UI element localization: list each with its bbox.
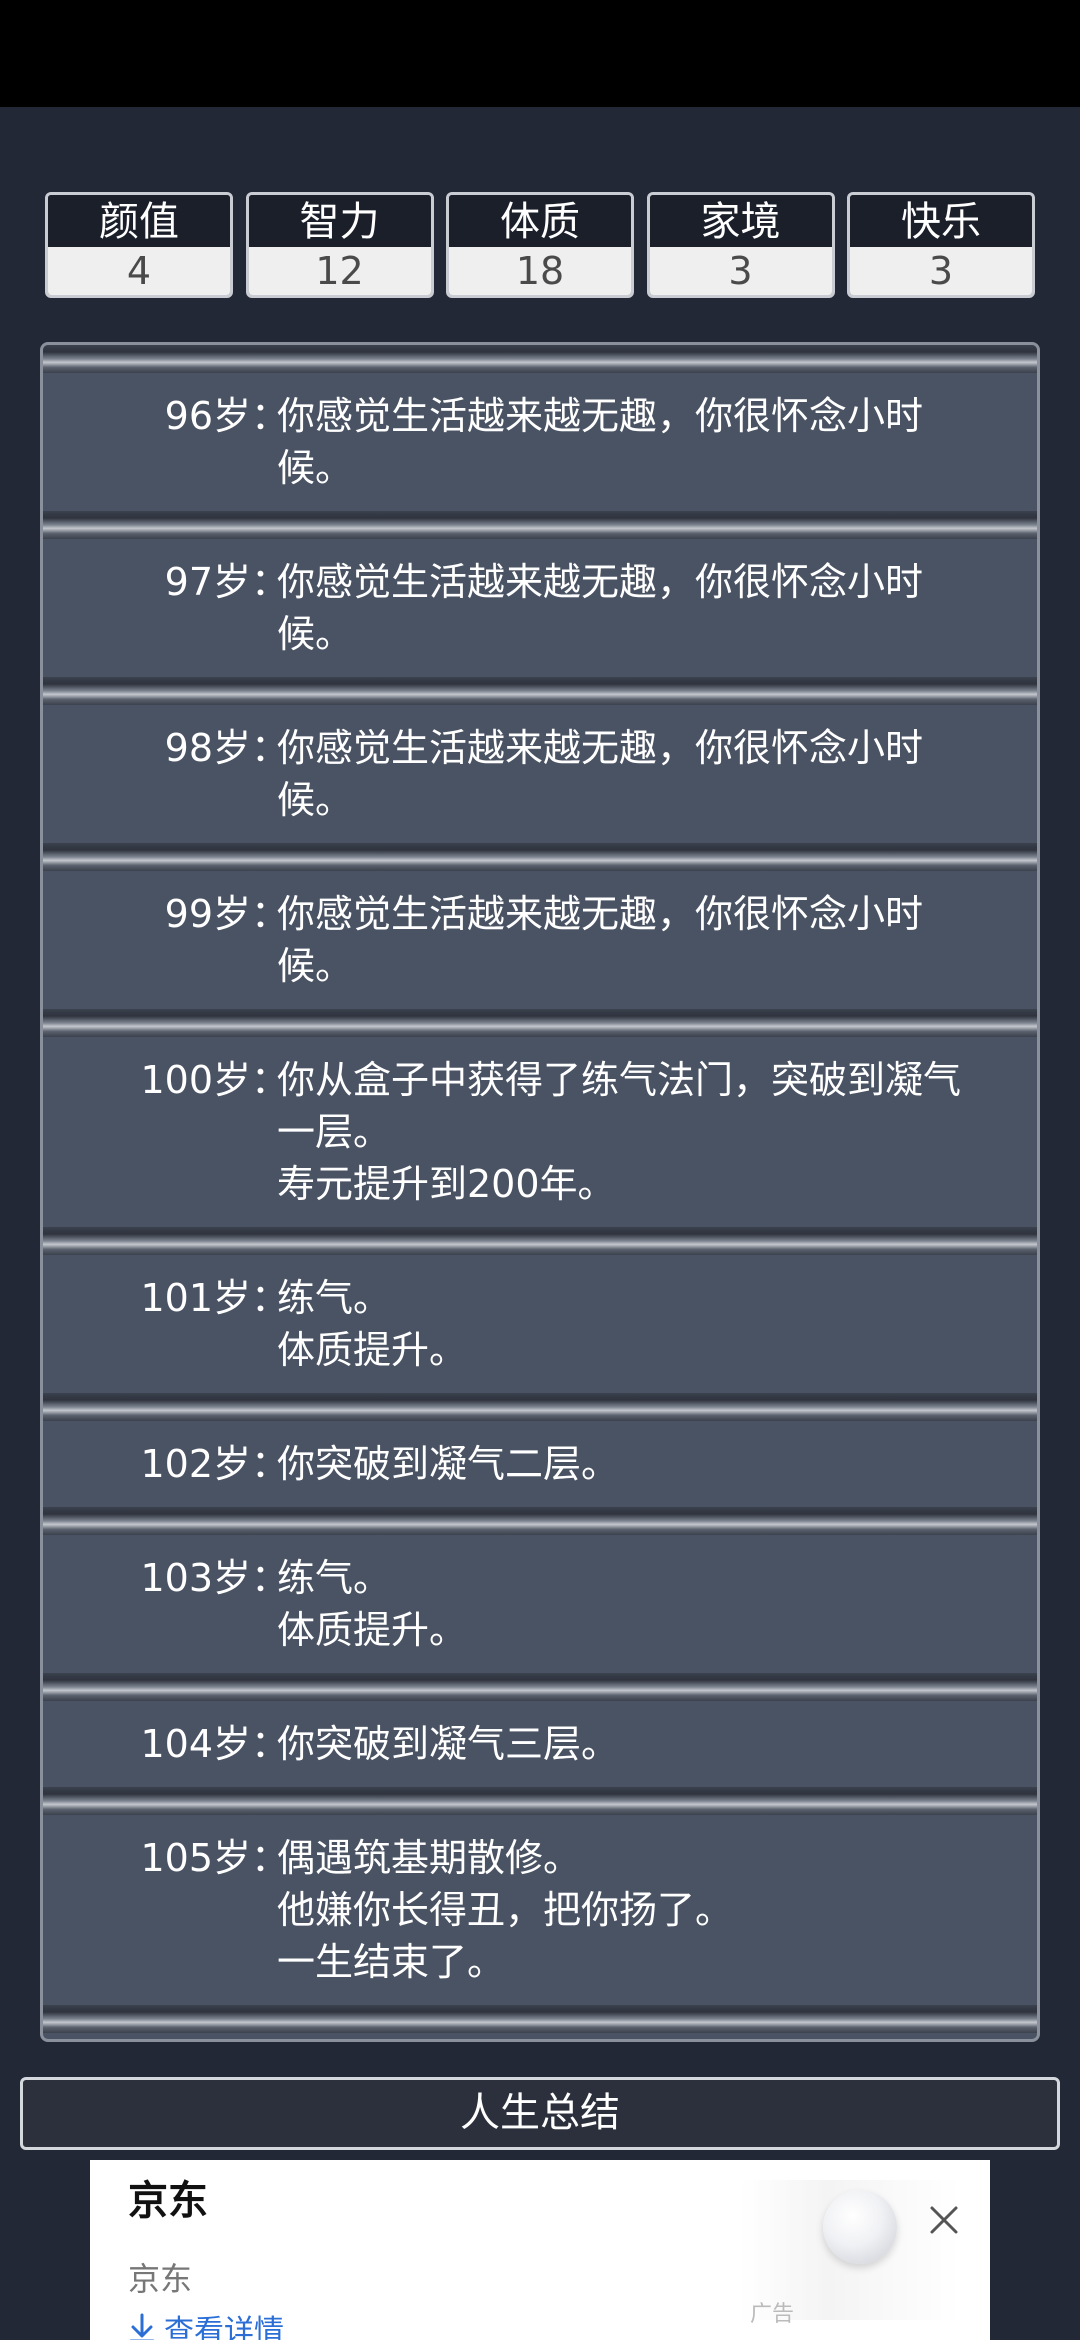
entry-age: 102岁 [140, 1442, 251, 1486]
ad-product-image [823, 2190, 897, 2264]
entry-line: 练气。 [277, 1276, 392, 1320]
entry-divider [43, 511, 1037, 539]
ad-details-link[interactable]: 查看详情 [128, 2306, 284, 2340]
entry-text: 偶遇筑基期散修。他嫌你长得丑，把你扬了。 一生结束了。 [277, 1832, 997, 1988]
entry-line: 你突破到凝气二层。 [277, 1442, 620, 1486]
life-summary-button[interactable]: 人生总结 [20, 2077, 1060, 2150]
stat-value: 3 [850, 247, 1032, 295]
entry-age: 101岁 [140, 1276, 251, 1320]
log-entry: 96岁：你感觉生活越来越无趣，你很怀念小时 候。 [43, 373, 1037, 511]
entry-line: 体质提升。 [277, 1328, 468, 1372]
log-entry: 102岁：你突破到凝气二层。 [43, 1421, 1037, 1507]
download-icon [128, 2313, 156, 2340]
log-entry: 101岁：练气。体质提升。 [43, 1255, 1037, 1393]
log-entry: 99岁：你感觉生活越来越无趣，你很怀念小时 候。 [43, 871, 1037, 1009]
entry-colon: ： [251, 726, 290, 770]
log-entry: 97岁：你感觉生活越来越无趣，你很怀念小时 候。 [43, 539, 1037, 677]
log-entry: 100岁：你从盒子中获得了练气法门，突破到凝气 一层。寿元提升到200年。 [43, 1037, 1037, 1227]
entry-age: 99岁 [164, 892, 251, 936]
stat-label: 体质 [449, 195, 631, 247]
entry-divider [43, 1673, 1037, 1701]
entry-text: 你感觉生活越来越无趣，你很怀念小时 候。 [277, 556, 997, 660]
stat-family: 家境 3 [646, 192, 835, 298]
entry-colon: ： [251, 1442, 290, 1486]
log-entry: 104岁：你突破到凝气三层。 [43, 1701, 1037, 1787]
stat-looks: 颜值 4 [45, 192, 233, 298]
entry-age: 96岁 [164, 394, 251, 438]
entry-age: 105岁 [140, 1836, 251, 1880]
entry-text: 你感觉生活越来越无趣，你很怀念小时 候。 [277, 888, 997, 992]
entry-line: 偶遇筑基期散修。 [277, 1836, 582, 1880]
entry-age: 100岁 [140, 1058, 251, 1102]
entry-age: 103岁 [140, 1556, 251, 1600]
stat-constitution: 体质 18 [446, 192, 634, 298]
entry-line: 你从盒子中获得了练气法门，突破到凝气 [277, 1058, 962, 1102]
ad-subtitle: 京东 [128, 2260, 193, 2298]
entry-line: 练气。 [277, 1556, 392, 1600]
stat-label: 家境 [649, 195, 832, 247]
entry-text: 你突破到凝气三层。 [277, 1718, 997, 1770]
entry-line: 你感觉生活越来越无趣，你很怀念小时 [277, 560, 924, 604]
entry-line: 你感觉生活越来越无趣，你很怀念小时 [277, 394, 924, 438]
entry-divider [43, 345, 1037, 373]
entry-text: 练气。 体质提升。 [277, 1552, 997, 1656]
entry-text: 你感觉生活越来越无趣，你很怀念小时 候。 [277, 722, 997, 826]
entry-age: 98岁 [164, 726, 251, 770]
entry-line: 你感觉生活越来越无趣，你很怀念小时 [277, 726, 924, 770]
stat-value: 4 [48, 247, 230, 295]
ad-banner[interactable]: 京东 京东 查看详情 广告 [90, 2160, 990, 2340]
entry-divider [43, 1227, 1037, 1255]
stat-happiness: 快乐 3 [847, 192, 1035, 298]
entry-line: 一生结束了。 [277, 1940, 506, 1984]
entry-line: 候。 [277, 612, 354, 656]
stat-value: 18 [449, 247, 631, 295]
entry-line: 一层。 [277, 1110, 392, 1154]
entry-line: 候。 [277, 446, 354, 490]
stat-value: 3 [649, 247, 832, 295]
entry-line: 寿元提升到200年。 [277, 1162, 616, 1206]
attribute-stats: 颜值 4 智力 12 体质 18 家境 3 快乐 3 [45, 192, 1035, 298]
entry-text: 你感觉生活越来越无趣，你很怀念小时 候。 [277, 390, 997, 494]
entry-colon: ： [251, 1276, 290, 1320]
ad-title: 京东 [128, 2178, 208, 2224]
entry-line: 他嫌你长得丑，把你扬了。 [277, 1888, 734, 1932]
entry-age: 104岁 [140, 1722, 251, 1766]
entry-divider [43, 1787, 1037, 1815]
entry-colon: ： [251, 1058, 290, 1102]
entry-divider [43, 677, 1037, 705]
status-bar [0, 0, 1080, 107]
stat-intelligence: 智力 12 [245, 192, 434, 298]
entry-line: 你感觉生活越来越无趣，你很怀念小时 [277, 892, 924, 936]
entry-colon: ： [251, 1556, 290, 1600]
entry-colon: ： [251, 560, 290, 604]
log-entry: 103岁：练气。体质提升。 [43, 1535, 1037, 1673]
log-entry: 98岁：你感觉生活越来越无趣，你很怀念小时 候。 [43, 705, 1037, 843]
entry-divider [43, 1009, 1037, 1037]
entry-line: 候。 [277, 944, 354, 988]
entry-colon: ： [251, 1722, 290, 1766]
entry-colon: ： [251, 892, 290, 936]
stat-label: 智力 [248, 195, 431, 247]
ad-tag: 广告 [750, 2302, 795, 2327]
entry-line: 你突破到凝气三层。 [277, 1722, 620, 1766]
entry-line: 体质提升。 [277, 1608, 468, 1652]
entry-text: 你突破到凝气二层。 [277, 1438, 997, 1490]
log-entry: 105岁：偶遇筑基期散修。他嫌你长得丑，把你扬了。 一生结束了。 [43, 1815, 1037, 2005]
entry-divider [43, 1507, 1037, 1535]
stat-value: 12 [248, 247, 431, 295]
entry-line: 候。 [277, 778, 354, 822]
entry-colon: ： [251, 394, 290, 438]
ad-link-label: 查看详情 [164, 2314, 284, 2340]
entry-divider [43, 843, 1037, 871]
life-log[interactable]: 96岁：你感觉生活越来越无趣，你很怀念小时 候。 97岁：你感觉生活越来越无趣，你很… [40, 342, 1040, 2042]
stat-label: 颜值 [48, 195, 230, 247]
close-icon[interactable] [924, 2200, 964, 2240]
stat-label: 快乐 [850, 195, 1032, 247]
entry-text: 你从盒子中获得了练气法门，突破到凝气 一层。寿元提升到200年。 [277, 1054, 997, 1210]
entry-age: 97岁 [164, 560, 251, 604]
entry-colon: ： [251, 1836, 290, 1880]
entry-divider [43, 2005, 1037, 2033]
entry-text: 练气。 体质提升。 [277, 1272, 997, 1376]
entry-divider [43, 1393, 1037, 1421]
